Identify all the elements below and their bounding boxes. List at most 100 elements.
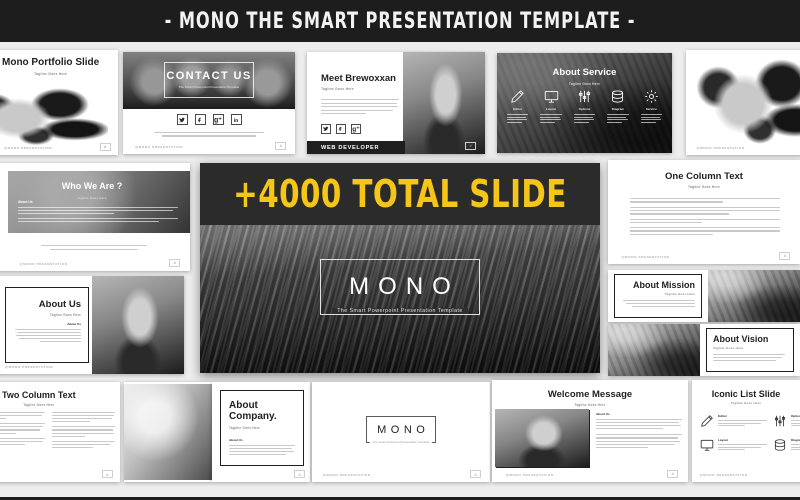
gear-icon	[645, 90, 658, 103]
slide-footer: @MONO PRESENTATION	[696, 145, 745, 150]
pencil-icon	[701, 415, 713, 427]
brush-photo-slide[interactable]: @MONO PRESENTATION	[686, 50, 800, 155]
body-lines	[630, 198, 780, 203]
monitor-icon	[700, 439, 714, 451]
slide-title: About Vision	[713, 334, 769, 344]
facebook-icon[interactable]	[194, 114, 206, 125]
hero-logo-frame: MONO	[320, 259, 480, 315]
about-vision-slide[interactable]: About Vision Tagline Goes Here	[608, 324, 800, 376]
body-lines	[0, 423, 45, 434]
slide-title: Welcome Message	[547, 389, 633, 400]
portrait-photo	[403, 52, 485, 154]
body-lines	[635, 114, 668, 123]
cover-logo-frame: MONO	[366, 416, 436, 443]
slide-title: Meet Brewoxxan	[321, 73, 396, 84]
preview-page: - MONO THE SMART PRESENTATION TEMPLATE -…	[0, 0, 800, 500]
page-number-badge: #	[294, 470, 306, 478]
two-column-text-slide[interactable]: Two Column Text Tagline Goes Here #	[0, 382, 120, 482]
about-company-slide[interactable]: About Company. Tagline Goes Here About U…	[212, 382, 310, 482]
one-column-text-slide[interactable]: One Column Text Tagline Goes Here @MONO …	[608, 160, 800, 264]
database-icon	[612, 90, 624, 103]
social-links[interactable]: g⁺	[321, 124, 361, 134]
body-lines	[630, 218, 780, 224]
laptop-photo	[92, 276, 184, 374]
mono-portfolio-slide[interactable]: Mono Portfolio Slide Tagline Goes Here @…	[0, 50, 118, 155]
body-lines	[229, 445, 295, 456]
hero-logo: MONO	[349, 273, 460, 300]
body-lines	[153, 132, 265, 137]
slide-title: One Column Text	[665, 171, 743, 182]
slide-tagline: Tagline Goes Here	[321, 86, 354, 91]
meeting-photo	[124, 384, 212, 480]
section-label: About Us	[67, 322, 81, 326]
about-us-text-frame: About Us Tagline Goes Here About Us	[5, 287, 89, 363]
service-item[interactable]: Editor	[501, 89, 534, 123]
slide-subtitle: The Smart Powerpoint Presentation Templa…	[178, 84, 240, 89]
mono-cover-white-slide[interactable]: MONO The Smart Powerpoint Presentation T…	[312, 382, 490, 482]
slide-title-line1: About	[229, 400, 258, 411]
iconic-item-label: Editor	[718, 414, 727, 418]
slide-title: CONTACT US	[166, 70, 252, 83]
iconic-item-label: Options	[791, 414, 800, 418]
page-number-badge: #	[779, 251, 791, 260]
twitter-icon[interactable]	[321, 124, 331, 134]
body-lines	[18, 207, 178, 215]
about-mission-slide[interactable]: About Mission Tagline Goes Here	[608, 270, 800, 322]
facebook-icon[interactable]	[336, 124, 346, 134]
who-we-are-slide[interactable]: Who We Are ? Tagline Goes Here About Us …	[0, 163, 190, 271]
social-links[interactable]: g⁺	[123, 114, 295, 125]
service-item[interactable]: Service	[635, 89, 668, 123]
contact-us-slide[interactable]: CONTACT US The Smart Powerpoint Presenta…	[123, 52, 295, 154]
about-us-slide[interactable]: About Us Tagline Goes Here About Us @MON…	[0, 276, 184, 374]
company-text-frame: About Company. Tagline Goes Here About U…	[220, 390, 304, 466]
sliders-icon	[774, 415, 786, 427]
iconic-item-list: Editor Options Layout	[700, 414, 800, 452]
iconic-item[interactable]: Options	[773, 414, 800, 428]
slide-footer: @MONO PRESENTATION	[322, 473, 371, 477]
meet-brewoxxan-slide[interactable]: Meet Brewoxxan Tagline Goes Here g⁺ WEB …	[307, 52, 485, 154]
brush-photo	[0, 86, 108, 148]
portrait-frame	[495, 409, 590, 468]
slide-footer: @MONO PRESENTATION	[135, 144, 184, 149]
hero-headline-band: +4000 TOTAL SLIDE	[200, 163, 600, 225]
page-number-badge: #	[470, 470, 482, 478]
body-lines	[791, 420, 800, 427]
hero-subtitle: The Smart Powerpoint Presentation Templa…	[332, 308, 468, 314]
desk-photo	[608, 324, 700, 376]
iconic-item[interactable]: Diagram	[773, 438, 800, 452]
slide-title: Who We Are ?	[61, 181, 123, 191]
pencil-icon	[511, 90, 524, 103]
slide-title: About Service	[552, 67, 617, 78]
iconic-list-slide[interactable]: Iconic List Slide Tagline Goes Here Edit…	[692, 380, 800, 482]
page-number-badge: #	[667, 469, 679, 478]
hero-headline: +4000 TOTAL SLIDE	[233, 172, 567, 216]
linkedin-icon[interactable]	[230, 114, 242, 125]
body-lines	[630, 227, 780, 235]
slide-tagline: Tagline Goes Here	[49, 312, 81, 317]
section-label: About Us	[596, 412, 610, 416]
slide-tagline: Tagline Goes Here	[574, 402, 606, 407]
page-number-badge: #	[169, 258, 181, 267]
service-item-label: Diagram	[611, 107, 625, 111]
service-item[interactable]: Layout	[534, 89, 567, 123]
section-label: About Us	[18, 200, 33, 204]
google-plus-icon[interactable]: g⁺	[212, 114, 224, 125]
meeting-photo-slide[interactable]	[124, 382, 212, 482]
slide-title: Iconic List Slide	[711, 389, 781, 399]
service-item-label: Options	[578, 107, 591, 111]
slide-footer: @MONO PRESENTATION	[621, 254, 670, 259]
body-lines	[0, 437, 45, 445]
welcome-message-slide[interactable]: Welcome Message Tagline Goes Here About …	[492, 380, 688, 482]
twitter-icon[interactable]	[176, 114, 188, 125]
body-lines	[51, 440, 115, 449]
hero-slide[interactable]: +4000 TOTAL SLIDE MONO The Smart Powerpo…	[200, 163, 600, 373]
service-item-label: Service	[645, 107, 657, 111]
google-plus-icon[interactable]: g⁺	[351, 124, 361, 134]
about-service-slide[interactable]: About Service Tagline Goes Here Editor L…	[497, 53, 672, 153]
slide-tagline: Tagline Goes Here	[34, 71, 68, 76]
slide-tagline: Tagline Goes Here	[664, 292, 695, 297]
iconic-item[interactable]: Editor	[700, 414, 767, 428]
service-item[interactable]: Diagram	[601, 89, 634, 123]
service-item[interactable]: Options	[568, 89, 601, 123]
iconic-item[interactable]: Layout	[700, 438, 767, 452]
